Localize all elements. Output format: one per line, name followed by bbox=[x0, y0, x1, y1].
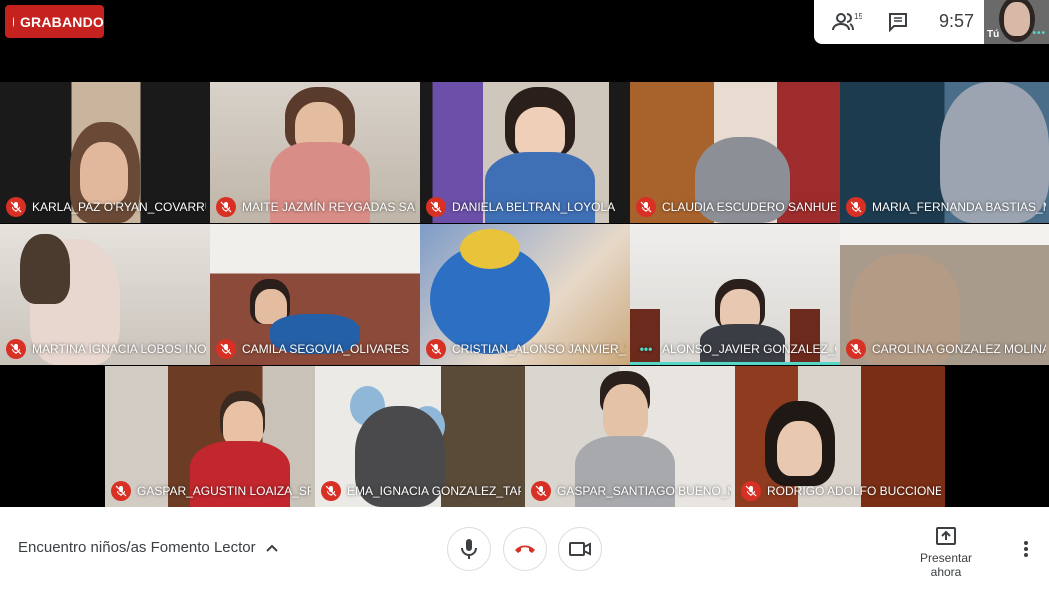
clock-time: 9:57 bbox=[939, 11, 975, 31]
mic-muted-icon bbox=[6, 339, 26, 359]
speaking-indicator-icon: ••• bbox=[639, 342, 653, 356]
participant-caption: RODRIGO ADOLFO BUCCIONE REED bbox=[741, 481, 941, 501]
camera-button[interactable] bbox=[558, 527, 602, 571]
chevron-up-icon bbox=[265, 544, 278, 552]
participant-caption: MARTINA IGNACIA LOBOS INOSTR... bbox=[6, 339, 206, 359]
participant-tile[interactable]: CLAUDIA ESCUDERO SANHUEZA bbox=[630, 82, 840, 223]
participant-tile[interactable]: CRISTIAN_ALONSO JANVIER_YAÑ... bbox=[420, 224, 630, 365]
mic-muted-icon bbox=[216, 197, 236, 217]
active-speaker-bar bbox=[630, 362, 840, 365]
more-options-icon[interactable] bbox=[1016, 539, 1036, 559]
participant-caption: CRISTIAN_ALONSO JANVIER_YAÑ... bbox=[426, 339, 626, 359]
participant-name: MARTINA IGNACIA LOBOS INOSTR... bbox=[32, 342, 206, 356]
present-now-button[interactable]: Presentar ahora bbox=[905, 527, 987, 579]
leave-call-button[interactable] bbox=[503, 527, 547, 571]
participant-tile[interactable]: GASPAR_AGUSTIN LOAIZA_SFEIR bbox=[105, 366, 315, 507]
blurred-object bbox=[460, 229, 520, 269]
participant-name: ALONSO_JAVIER GONZALEZ_ORD... bbox=[662, 342, 836, 356]
participant-caption: GASPAR_SANTIAGO BUENO_MUÑOZ bbox=[531, 481, 731, 501]
mic-muted-icon bbox=[216, 339, 236, 359]
participant-caption: KARLA_PAZ O'RYAN_COVARRUBIAS bbox=[6, 197, 206, 217]
microphone-icon bbox=[461, 539, 477, 559]
participant-face bbox=[515, 107, 565, 157]
participant-tile[interactable]: DANIELA BELTRAN_LOYOLA bbox=[420, 82, 630, 223]
participant-caption: GASPAR_AGUSTIN LOAIZA_SFEIR bbox=[111, 481, 311, 501]
recording-indicator: GRABANDO bbox=[5, 5, 104, 38]
participant-caption: CLAUDIA ESCUDERO SANHUEZA bbox=[636, 197, 836, 217]
participant-caption: CAMILA SEGOVIA_OLIVARES bbox=[216, 339, 409, 359]
participant-face bbox=[603, 384, 648, 439]
participant-name: CRISTIAN_ALONSO JANVIER_YAÑ... bbox=[452, 342, 626, 356]
mic-muted-icon bbox=[846, 197, 866, 217]
participant-face bbox=[777, 421, 822, 476]
participant-tile[interactable]: MARTINA IGNACIA LOBOS INOSTR... bbox=[0, 224, 210, 365]
meeting-details-toggle[interactable]: Encuentro niños/as Fomento Lector bbox=[18, 539, 278, 556]
participant-face bbox=[80, 142, 128, 204]
participant-name: MAITE JAZMÍN REYGADAS SALINAS bbox=[242, 200, 416, 214]
self-view-tile[interactable]: Tú ••• bbox=[984, 0, 1049, 44]
participant-tile[interactable]: MAITE JAZMÍN REYGADAS SALINAS bbox=[210, 82, 420, 223]
participant-tile[interactable]: RODRIGO ADOLFO BUCCIONE REED bbox=[735, 366, 945, 507]
participants-count: 15 bbox=[854, 12, 862, 21]
mic-muted-icon bbox=[426, 197, 446, 217]
video-camera-icon bbox=[569, 542, 591, 556]
present-now-label: Presentar ahora bbox=[919, 551, 973, 579]
participant-caption: MARIA_FERNANDA BASTIAS_MOR... bbox=[846, 197, 1046, 217]
participant-face bbox=[223, 401, 263, 446]
participant-name: CAROLINA GONZALEZ MOLINA bbox=[872, 342, 1046, 356]
bottom-control-bar: Encuentro niños/as Fomento Lector Presen… bbox=[0, 507, 1049, 590]
participant-caption: EMA_IGNACIA GONZALEZ_TAPIA bbox=[321, 481, 521, 501]
mic-muted-icon bbox=[741, 481, 761, 501]
participant-name: CAMILA SEGOVIA_OLIVARES bbox=[242, 342, 410, 356]
present-screen-icon bbox=[936, 527, 956, 545]
recording-label: GRABANDO bbox=[19, 13, 104, 30]
participant-name: GASPAR_SANTIAGO BUENO_MUÑOZ bbox=[557, 484, 731, 498]
participant-tile[interactable]: CAROLINA GONZALEZ MOLINA bbox=[840, 224, 1049, 365]
mic-muted-icon bbox=[426, 339, 446, 359]
participant-name: DANIELA BELTRAN_LOYOLA bbox=[452, 200, 616, 214]
self-view-label: Tú bbox=[987, 29, 1000, 40]
participant-hair bbox=[20, 234, 70, 304]
participant-tile[interactable]: CAMILA SEGOVIA_OLIVARES bbox=[210, 224, 420, 365]
participant-tile[interactable]: EMA_IGNACIA GONZALEZ_TAPIA bbox=[315, 366, 525, 507]
participant-caption: DANIELA BELTRAN_LOYOLA bbox=[426, 197, 615, 217]
participant-tile[interactable]: KARLA_PAZ O'RYAN_COVARRUBIAS bbox=[0, 82, 210, 223]
hang-up-icon bbox=[515, 545, 535, 553]
participant-name: KARLA_PAZ O'RYAN_COVARRUBIAS bbox=[32, 200, 206, 214]
participant-caption: CAROLINA GONZALEZ MOLINA bbox=[846, 339, 1046, 359]
participant-tile[interactable]: GASPAR_SANTIAGO BUENO_MUÑOZ bbox=[525, 366, 735, 507]
mic-muted-icon bbox=[636, 197, 656, 217]
participant-caption: ••• ALONSO_JAVIER GONZALEZ_ORD... bbox=[636, 339, 836, 359]
participant-name: MARIA_FERNANDA BASTIAS_MOR... bbox=[872, 200, 1046, 214]
meeting-title: Encuentro niños/as Fomento Lector bbox=[18, 539, 256, 556]
self-more-dots-icon: ••• bbox=[1032, 28, 1046, 39]
participant-tile[interactable]: MARIA_FERNANDA BASTIAS_MOR... bbox=[840, 82, 1049, 223]
mic-muted-icon bbox=[846, 339, 866, 359]
people-icon[interactable]: 15 bbox=[832, 11, 862, 33]
participant-tile-active-speaker[interactable]: ••• ALONSO_JAVIER GONZALEZ_ORD... bbox=[630, 224, 840, 365]
participant-name: EMA_IGNACIA GONZALEZ_TAPIA bbox=[347, 484, 521, 498]
chat-icon[interactable] bbox=[888, 12, 908, 32]
self-face bbox=[1004, 2, 1030, 36]
participant-name: CLAUDIA ESCUDERO SANHUEZA bbox=[662, 200, 836, 214]
mic-muted-icon bbox=[531, 481, 551, 501]
mic-muted-icon bbox=[321, 481, 341, 501]
top-info-bar: 15 9:57 bbox=[814, 0, 984, 44]
record-dot-icon bbox=[13, 16, 14, 27]
participant-name: RODRIGO ADOLFO BUCCIONE REED bbox=[767, 484, 941, 498]
video-grid: GRABANDO 15 9:57 Tú ••• KARLA_PAZ O'RYAN… bbox=[0, 0, 1049, 507]
mic-muted-icon bbox=[111, 481, 131, 501]
participant-name: GASPAR_AGUSTIN LOAIZA_SFEIR bbox=[137, 484, 311, 498]
mic-muted-icon bbox=[6, 197, 26, 217]
microphone-button[interactable] bbox=[447, 527, 491, 571]
participant-caption: MAITE JAZMÍN REYGADAS SALINAS bbox=[216, 197, 416, 217]
